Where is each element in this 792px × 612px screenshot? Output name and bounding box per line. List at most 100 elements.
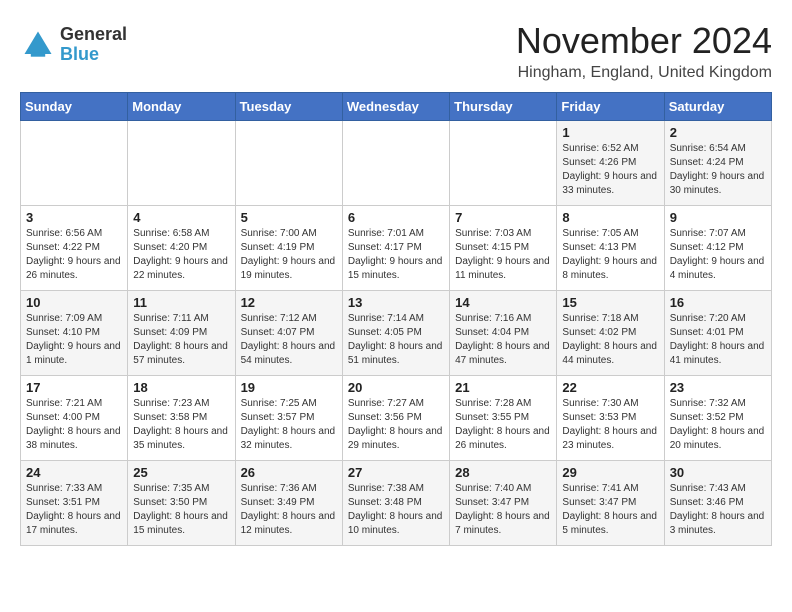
cell-week2-day2: 5 Sunrise: 7:00 AM Sunset: 4:19 PM Daylig… — [235, 206, 342, 291]
calendar-header: SundayMondayTuesdayWednesdayThursdayFrid… — [21, 93, 772, 121]
day-number: 25 — [133, 465, 229, 480]
day-number: 13 — [348, 295, 444, 310]
day-info: Sunrise: 7:35 AM Sunset: 3:50 PM Dayligh… — [133, 482, 229, 538]
title-section: November 2024 Hingham, England, United K… — [516, 20, 772, 82]
cell-week2-day3: 6Sunrise: 7:01 AM Sunset: 4:17 PM Daylig… — [342, 206, 449, 291]
day-number: 19 — [241, 380, 337, 395]
day-info: Sunrise: 7:28 AM Sunset: 3:55 PM Dayligh… — [455, 397, 551, 453]
day-number: 15 — [562, 295, 658, 310]
day-info: Sunrise: 7:27 AM Sunset: 3:56 PM Dayligh… — [348, 397, 444, 453]
cell-week1-day0 — [21, 121, 128, 206]
week-row-3: 10 Sunrise: 7:09 AM Sunset: 4:10 PM Dayli… — [21, 291, 772, 376]
cell-week3-day4: 14 Sunrise: 7:16 AM Sunset: 4:04 PM Dayli… — [450, 291, 557, 376]
calendar-body: 1 Sunrise: 6:52 AM Sunset: 4:26 PM Daylig… — [21, 121, 772, 546]
cell-week4-day3: 20 Sunrise: 7:27 AM Sunset: 3:56 PM Dayli… — [342, 376, 449, 461]
header-friday: Friday — [557, 93, 664, 121]
day-number: 21 — [455, 380, 551, 395]
cell-week5-day3: 27Sunrise: 7:38 AM Sunset: 3:48 PM Dayli… — [342, 461, 449, 546]
day-number: 7 — [455, 210, 551, 225]
cell-week3-day3: 13 Sunrise: 7:14 AM Sunset: 4:05 PM Dayli… — [342, 291, 449, 376]
day-number: 17 — [26, 380, 122, 395]
header-sunday: Sunday — [21, 93, 128, 121]
day-number: 2 — [670, 125, 766, 140]
day-info: Sunrise: 7:20 AM Sunset: 4:01 PM Dayligh… — [670, 312, 766, 368]
cell-week4-day4: 21 Sunrise: 7:28 AM Sunset: 3:55 PM Dayli… — [450, 376, 557, 461]
cell-week3-day2: 12 Sunrise: 7:12 AM Sunset: 4:07 PM Dayli… — [235, 291, 342, 376]
header-monday: Monday — [128, 93, 235, 121]
day-info: Sunrise: 7:01 AM Sunset: 4:17 PM Dayligh… — [348, 227, 444, 283]
day-info: Sunrise: 7:33 AM Sunset: 3:51 PM Dayligh… — [26, 482, 122, 538]
day-info: Sunrise: 7:05 AM Sunset: 4:13 PM Dayligh… — [562, 227, 658, 283]
header-tuesday: Tuesday — [235, 93, 342, 121]
day-info: Sunrise: 7:14 AM Sunset: 4:05 PM Dayligh… — [348, 312, 444, 368]
day-info: Sunrise: 7:18 AM Sunset: 4:02 PM Dayligh… — [562, 312, 658, 368]
cell-week2-day6: 9Sunrise: 7:07 AM Sunset: 4:12 PM Daylig… — [664, 206, 771, 291]
cell-week1-day5: 1 Sunrise: 6:52 AM Sunset: 4:26 PM Daylig… — [557, 121, 664, 206]
cell-week1-day6: 2 Sunrise: 6:54 AM Sunset: 4:24 PM Daylig… — [664, 121, 771, 206]
day-info: Sunrise: 7:30 AM Sunset: 3:53 PM Dayligh… — [562, 397, 658, 453]
logo-text: General Blue — [60, 25, 127, 65]
day-info: Sunrise: 7:00 AM Sunset: 4:19 PM Dayligh… — [241, 227, 337, 283]
logo-icon — [20, 27, 56, 63]
day-number: 9 — [670, 210, 766, 225]
header-row: SundayMondayTuesdayWednesdayThursdayFrid… — [21, 93, 772, 121]
cell-week4-day5: 22Sunrise: 7:30 AM Sunset: 3:53 PM Dayli… — [557, 376, 664, 461]
day-info: Sunrise: 7:23 AM Sunset: 3:58 PM Dayligh… — [133, 397, 229, 453]
day-info: Sunrise: 7:25 AM Sunset: 3:57 PM Dayligh… — [241, 397, 337, 453]
cell-week1-day3 — [342, 121, 449, 206]
day-number: 11 — [133, 295, 229, 310]
day-number: 16 — [670, 295, 766, 310]
day-info: Sunrise: 7:12 AM Sunset: 4:07 PM Dayligh… — [241, 312, 337, 368]
day-info: Sunrise: 6:54 AM Sunset: 4:24 PM Dayligh… — [670, 142, 766, 198]
day-info: Sunrise: 7:16 AM Sunset: 4:04 PM Dayligh… — [455, 312, 551, 368]
day-info: Sunrise: 7:21 AM Sunset: 4:00 PM Dayligh… — [26, 397, 122, 453]
day-number: 27 — [348, 465, 444, 480]
location: Hingham, England, United Kingdom — [516, 64, 772, 82]
day-number: 29 — [562, 465, 658, 480]
day-info: Sunrise: 7:41 AM Sunset: 3:47 PM Dayligh… — [562, 482, 658, 538]
cell-week5-day5: 29 Sunrise: 7:41 AM Sunset: 3:47 PM Dayli… — [557, 461, 664, 546]
day-number: 5 — [241, 210, 337, 225]
cell-week5-day1: 25 Sunrise: 7:35 AM Sunset: 3:50 PM Dayli… — [128, 461, 235, 546]
day-number: 10 — [26, 295, 122, 310]
day-number: 28 — [455, 465, 551, 480]
cell-week5-day2: 26Sunrise: 7:36 AM Sunset: 3:49 PM Dayli… — [235, 461, 342, 546]
cell-week3-day5: 15 Sunrise: 7:18 AM Sunset: 4:02 PM Dayli… — [557, 291, 664, 376]
week-row-1: 1 Sunrise: 6:52 AM Sunset: 4:26 PM Daylig… — [21, 121, 772, 206]
day-info: Sunrise: 7:43 AM Sunset: 3:46 PM Dayligh… — [670, 482, 766, 538]
day-info: Sunrise: 7:36 AM Sunset: 3:49 PM Dayligh… — [241, 482, 337, 538]
cell-week4-day6: 23 Sunrise: 7:32 AM Sunset: 3:52 PM Dayli… — [664, 376, 771, 461]
day-info: Sunrise: 6:56 AM Sunset: 4:22 PM Dayligh… — [26, 227, 122, 283]
day-number: 4 — [133, 210, 229, 225]
day-number: 12 — [241, 295, 337, 310]
day-number: 18 — [133, 380, 229, 395]
cell-week2-day1: 4Sunrise: 6:58 AM Sunset: 4:20 PM Daylig… — [128, 206, 235, 291]
page-header: General Blue November 2024 Hingham, Engl… — [20, 20, 772, 82]
cell-week5-day6: 30Sunrise: 7:43 AM Sunset: 3:46 PM Dayli… — [664, 461, 771, 546]
logo: General Blue — [20, 25, 127, 65]
header-saturday: Saturday — [664, 93, 771, 121]
day-info: Sunrise: 7:32 AM Sunset: 3:52 PM Dayligh… — [670, 397, 766, 453]
cell-week1-day2 — [235, 121, 342, 206]
header-thursday: Thursday — [450, 93, 557, 121]
day-info: Sunrise: 7:09 AM Sunset: 4:10 PM Dayligh… — [26, 312, 122, 368]
cell-week2-day5: 8Sunrise: 7:05 AM Sunset: 4:13 PM Daylig… — [557, 206, 664, 291]
day-info: Sunrise: 7:40 AM Sunset: 3:47 PM Dayligh… — [455, 482, 551, 538]
day-number: 14 — [455, 295, 551, 310]
cell-week4-day2: 19 Sunrise: 7:25 AM Sunset: 3:57 PM Dayli… — [235, 376, 342, 461]
day-number: 3 — [26, 210, 122, 225]
cell-week1-day4 — [450, 121, 557, 206]
day-number: 20 — [348, 380, 444, 395]
month-title: November 2024 — [516, 20, 772, 62]
logo-general-text: General — [60, 25, 127, 45]
day-number: 24 — [26, 465, 122, 480]
week-row-2: 3 Sunrise: 6:56 AM Sunset: 4:22 PM Daylig… — [21, 206, 772, 291]
day-number: 23 — [670, 380, 766, 395]
cell-week4-day0: 17 Sunrise: 7:21 AM Sunset: 4:00 PM Dayli… — [21, 376, 128, 461]
day-number: 1 — [562, 125, 658, 140]
cell-week5-day0: 24 Sunrise: 7:33 AM Sunset: 3:51 PM Dayli… — [21, 461, 128, 546]
cell-week5-day4: 28 Sunrise: 7:40 AM Sunset: 3:47 PM Dayli… — [450, 461, 557, 546]
cell-week3-day6: 16 Sunrise: 7:20 AM Sunset: 4:01 PM Dayli… — [664, 291, 771, 376]
calendar-table: SundayMondayTuesdayWednesdayThursdayFrid… — [20, 92, 772, 546]
day-info: Sunrise: 6:52 AM Sunset: 4:26 PM Dayligh… — [562, 142, 658, 198]
